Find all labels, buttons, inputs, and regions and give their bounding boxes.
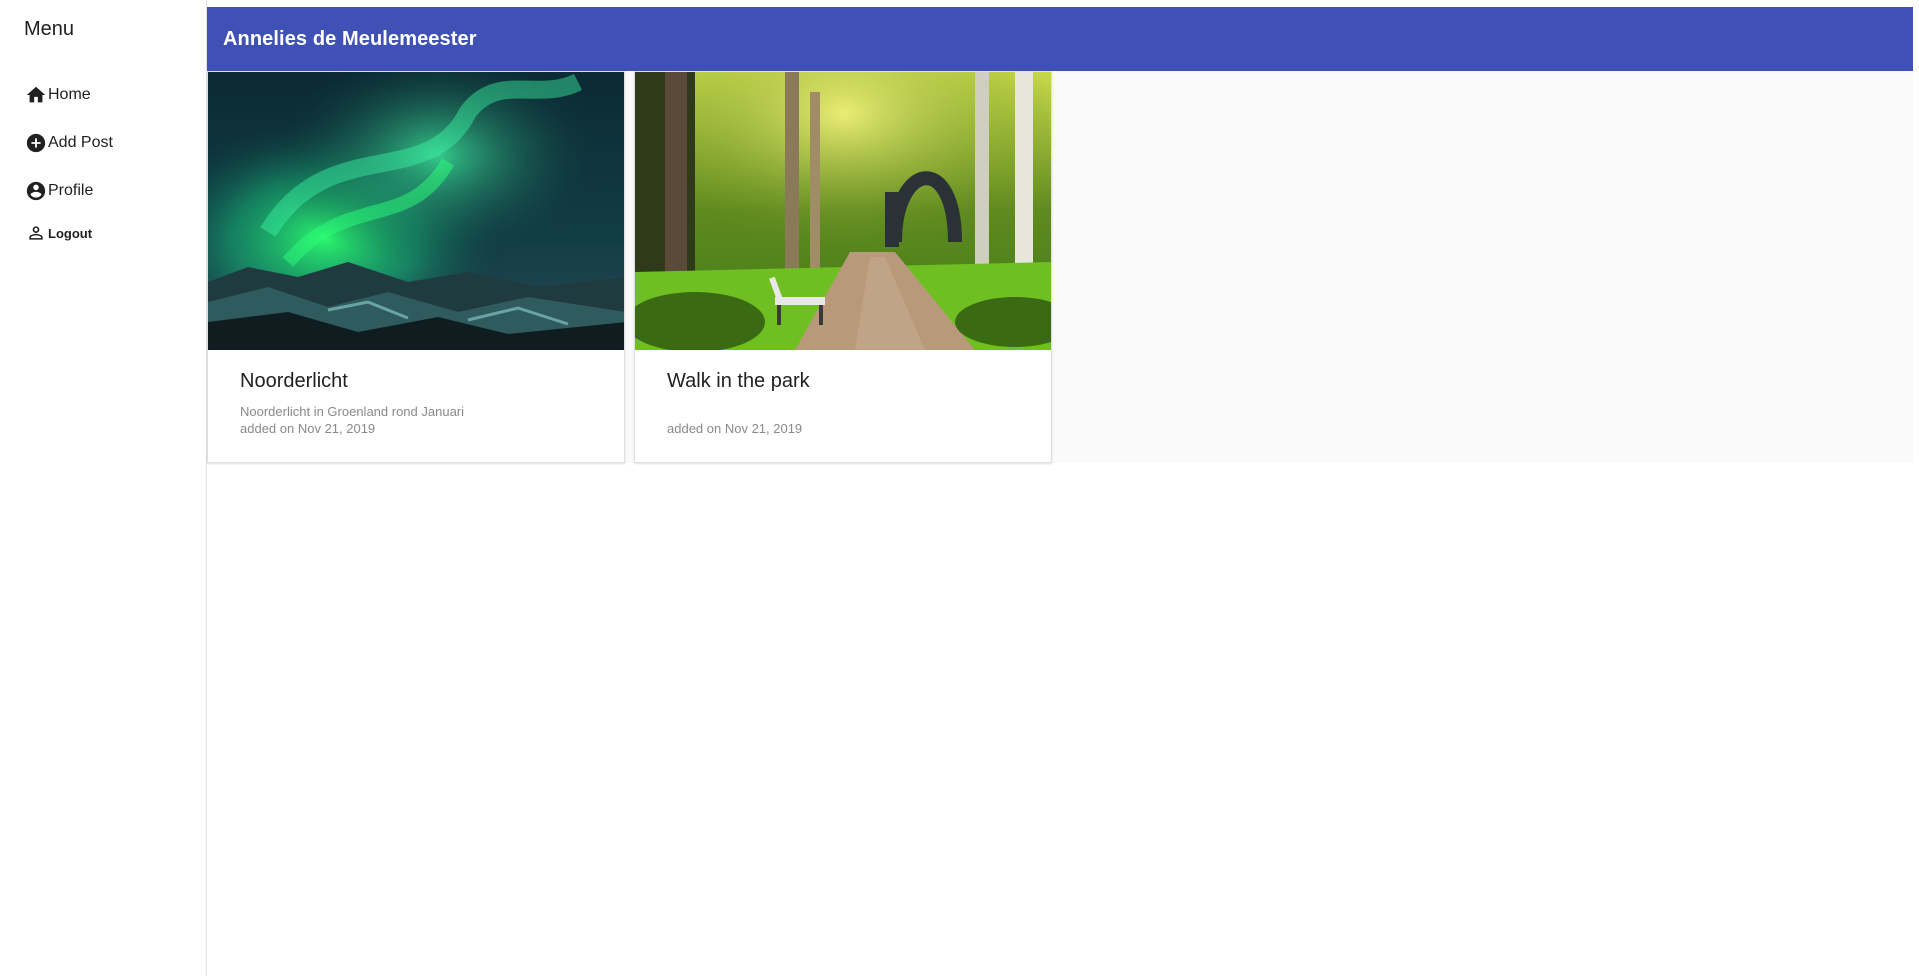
- nav-item-label: Add Post: [48, 134, 113, 151]
- post-title: Noorderlicht: [240, 370, 348, 392]
- app-bar: Annelies de Meulemeester: [207, 7, 1913, 71]
- nav-item-label: Home: [48, 86, 91, 103]
- nav-item-label: Logout: [48, 225, 93, 241]
- park-path-photo: [635, 72, 1051, 350]
- person-outline-icon: [24, 221, 48, 245]
- menu-title: Menu: [24, 18, 75, 40]
- post-description: Noorderlicht in Groenland rond Januari: [240, 404, 465, 419]
- post-card[interactable]: Walk in the park added on Nov 21, 2019: [634, 71, 1052, 463]
- page-title: Annelies de Meulemeester: [223, 27, 477, 50]
- post-grid: Noorderlicht Noorderlicht in Groenland r…: [207, 71, 1913, 463]
- post-card[interactable]: Noorderlicht Noorderlicht in Groenland r…: [207, 71, 625, 463]
- aurora-photo: [208, 72, 624, 350]
- sidebar: Menu Home Add Post Profile Logout: [0, 0, 207, 976]
- post-description: [667, 403, 1019, 420]
- add-circle-icon: [24, 131, 48, 155]
- post-date: added on Nov 21, 2019: [240, 421, 376, 436]
- nav-item-home[interactable]: Home: [24, 83, 91, 107]
- account-circle-icon: [24, 179, 48, 203]
- nav-item-add-post[interactable]: Add Post: [24, 131, 113, 155]
- nav-item-label: Profile: [48, 182, 94, 199]
- nav-item-logout[interactable]: Logout: [24, 221, 92, 245]
- home-icon: [24, 83, 48, 107]
- post-title: Walk in the park: [667, 370, 810, 392]
- nav-item-profile[interactable]: Profile: [24, 179, 93, 203]
- post-date: added on Nov 21, 2019: [667, 421, 803, 436]
